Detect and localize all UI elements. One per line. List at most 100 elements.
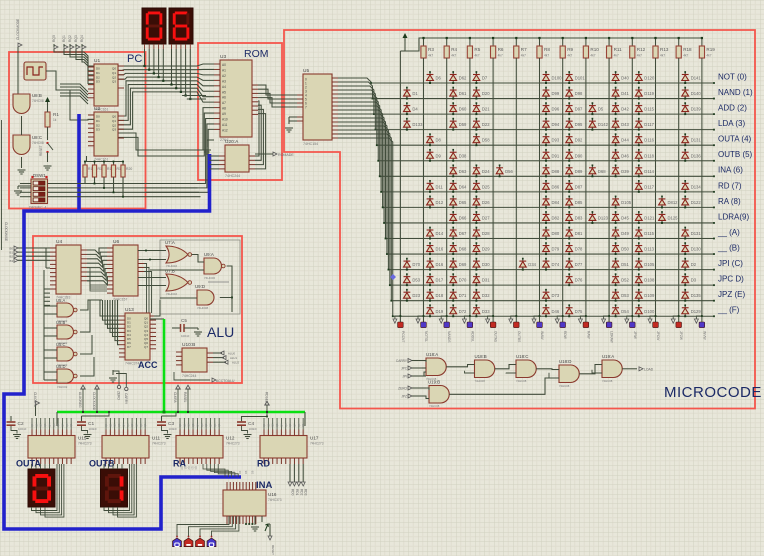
svg-text:Q0: Q0 [213, 423, 217, 427]
svg-text:D1: D1 [412, 91, 418, 96]
svg-text:D46: D46 [552, 309, 560, 314]
svg-text:U20:A: U20:A [225, 139, 239, 145]
svg-text:ALU: ALU [207, 324, 234, 340]
svg-text:D79: D79 [552, 247, 560, 252]
svg-text:RQ1: RQ1 [62, 35, 66, 42]
svg-text:INVW: INVW [702, 331, 706, 340]
svg-text:D100: D100 [644, 309, 655, 314]
svg-text:74HC00: 74HC00 [204, 276, 215, 280]
svg-text:D134: D134 [691, 184, 702, 189]
svg-text:D139: D139 [691, 107, 702, 112]
svg-text:D135: D135 [691, 293, 702, 298]
svg-text:D33: D33 [482, 309, 490, 314]
svg-text:D64: D64 [459, 184, 467, 189]
svg-text:100nF: 100nF [181, 334, 190, 338]
svg-text:OUTA: OUTA [16, 459, 41, 469]
svg-text:D66: D66 [459, 215, 467, 220]
svg-text:R19: R19 [706, 47, 715, 52]
svg-text:RQ0: RQ0 [52, 35, 56, 42]
svg-text:1k: 1k [53, 118, 57, 122]
svg-text:D78: D78 [575, 247, 583, 252]
svg-text:D95: D95 [575, 122, 583, 127]
svg-text:RQ2: RQ2 [68, 35, 72, 42]
svg-text:RESET: RESET [271, 545, 275, 555]
svg-text:D4: D4 [412, 107, 418, 112]
svg-text:Q0: Q0 [178, 423, 182, 427]
svg-text:D91: D91 [552, 153, 560, 158]
svg-text:D105: D105 [621, 200, 632, 205]
svg-text:U9:D: U9:D [195, 284, 205, 289]
svg-text:OUTB: OUTB [89, 459, 115, 469]
svg-text:Q3: Q3 [191, 466, 195, 470]
svg-text:4k7: 4k7 [498, 54, 503, 58]
svg-text:Q0: Q0 [65, 423, 69, 427]
svg-text:D105: D105 [644, 262, 655, 267]
svg-text:D50: D50 [621, 247, 629, 252]
svg-text:4k7: 4k7 [683, 54, 688, 58]
svg-text:ACCTOALU: ACCTOALU [216, 379, 235, 383]
svg-text:D70: D70 [412, 262, 420, 267]
svg-text:D86: D86 [552, 184, 560, 189]
svg-text:D92: D92 [575, 138, 583, 143]
svg-text:CLOCKWISE: CLOCKWISE [4, 222, 8, 241]
svg-text:D72: D72 [459, 309, 467, 314]
svg-text:74HC08: 74HC08 [475, 379, 486, 383]
svg-text:74HC08: 74HC08 [429, 404, 440, 408]
svg-text:B3: B3 [9, 259, 13, 263]
svg-text:__ (F): __ (F) [717, 306, 740, 315]
svg-text:R20: R20 [126, 167, 132, 171]
svg-text:RQ3: RQ3 [74, 35, 78, 42]
svg-text:U9:A: U9:A [204, 252, 214, 257]
svg-text:Q4: Q4 [194, 466, 198, 470]
svg-text:A6: A6 [222, 96, 226, 100]
svg-text:ALU1: ALU1 [230, 356, 237, 360]
svg-text:A12: A12 [222, 128, 228, 132]
svg-text:D93: D93 [552, 138, 560, 143]
svg-text:U4: U4 [56, 239, 62, 245]
svg-text:4k7: 4k7 [706, 54, 711, 58]
svg-text:D61: D61 [459, 91, 467, 96]
svg-text:D125: D125 [668, 215, 679, 220]
svg-text:D7: D7 [127, 345, 131, 349]
svg-text:R1: R1 [53, 112, 59, 117]
svg-text:OUTA (4): OUTA (4) [718, 135, 752, 144]
svg-text:D1: D1 [96, 71, 100, 75]
svg-text:Q7: Q7 [292, 423, 296, 427]
svg-text:D136: D136 [691, 153, 702, 158]
svg-text:NANDS: NANDS [447, 331, 451, 343]
svg-text:100nF: 100nF [169, 427, 178, 431]
svg-text:A1: A1 [222, 68, 226, 72]
svg-text:D46: D46 [621, 153, 629, 158]
svg-text:RD1: RD1 [295, 489, 299, 496]
svg-text:74HC08: 74HC08 [32, 99, 44, 103]
svg-text:D80: D80 [552, 231, 560, 236]
svg-text:RESET: RESET [39, 145, 43, 156]
svg-text:D43: D43 [621, 122, 629, 127]
svg-text:D121: D121 [644, 215, 655, 220]
svg-text:RAW: RAW [586, 331, 590, 339]
svg-text:R3: R3 [428, 47, 434, 52]
svg-text:JPCW: JPCW [656, 331, 660, 341]
svg-text:INAW: INAW [540, 331, 544, 340]
svg-text:D118: D118 [644, 153, 654, 158]
svg-text:D63: D63 [459, 169, 467, 174]
svg-text:100nF: 100nF [249, 427, 258, 431]
svg-text:LDRA(9): LDRA(9) [718, 212, 749, 221]
svg-text:D74: D74 [552, 262, 560, 267]
svg-text:74HC08: 74HC08 [559, 384, 570, 388]
svg-text:D34: D34 [528, 262, 536, 267]
svg-text:DIPSWC_4: DIPSWC_4 [29, 206, 46, 210]
svg-text:D60: D60 [459, 107, 467, 112]
svg-text:CARRY: CARRY [124, 393, 128, 405]
svg-text:Q2: Q2 [187, 466, 191, 470]
svg-text:D131: D131 [691, 231, 702, 236]
svg-text:D76: D76 [575, 278, 583, 283]
svg-text:R11: R11 [614, 47, 623, 52]
svg-text:D117: D117 [644, 122, 654, 127]
svg-text:D19: D19 [436, 309, 444, 314]
svg-text:D31: D31 [482, 278, 490, 283]
svg-text:CLKRA: CLKRA [173, 392, 177, 404]
svg-text:D117: D117 [644, 184, 654, 189]
svg-text:ROM: ROM [244, 48, 269, 60]
svg-text:Q4: Q4 [279, 423, 283, 427]
